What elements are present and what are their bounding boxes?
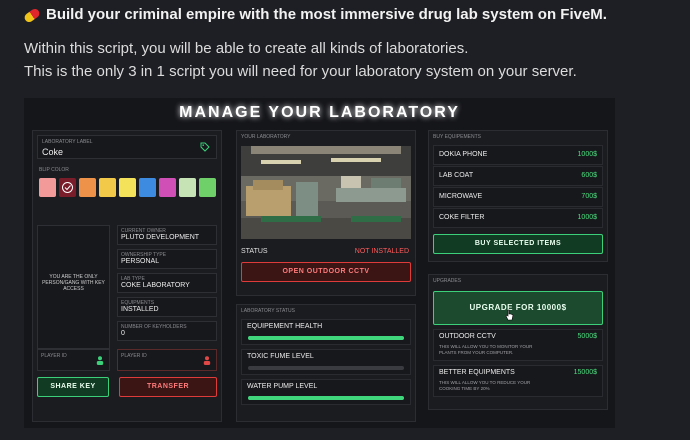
upgrade-desc: THIS WILL ALLOW YOU TO REDUCE YOUR COOKI… — [439, 380, 531, 391]
labtype-field: LAB TYPE COKE LABORATORY — [117, 273, 217, 293]
owner-field: CURRENT OWNER PLUTO DEVELOPMENT — [117, 225, 217, 245]
status-name: EQUIPEMENT HEALTH — [247, 323, 323, 330]
blip-color-swatch[interactable] — [199, 178, 216, 197]
blip-color-swatch[interactable] — [139, 178, 156, 197]
post-line-2: This is the only 3 in 1 script you will … — [24, 63, 577, 80]
person-icon — [203, 356, 211, 365]
buy-equipments-panel: BUY EQUIPEMENTS DOKIA PHONE 1000$ LAB COAT… — [428, 130, 608, 262]
blip-color-swatch[interactable] — [179, 178, 196, 197]
upgrade-price: 15000$ — [573, 369, 597, 376]
share-key-button[interactable]: SHARE KEY — [37, 377, 109, 397]
status-label: STATUS — [241, 248, 268, 255]
person-icon — [96, 356, 104, 365]
status-row: WATER PUMP LEVEL — [241, 379, 411, 405]
status-row: EQUIPEMENT HEALTH — [241, 319, 411, 345]
blip-color-swatch[interactable] — [119, 178, 136, 197]
tag-icon — [200, 142, 210, 152]
equipment-price: 1000$ — [577, 151, 597, 158]
equipment-price: 1000$ — [577, 214, 597, 221]
laboratory-photo — [241, 146, 411, 239]
keyholders-value: 0 — [121, 330, 125, 337]
keyholders-field: NUMBER OF KEYHOLDERS 0 — [117, 321, 217, 341]
pill-icon — [22, 6, 42, 24]
equipment-name: LAB COAT — [439, 172, 474, 179]
equipment-price: 600$ — [581, 172, 597, 179]
owner-value: PLUTO DEVELOPMENT — [121, 234, 200, 241]
status-name: WATER PUMP LEVEL — [247, 383, 318, 390]
lab-settings-panel: LABORATORY LABEL Coke BLIP COLOR YOU ARE… — [32, 130, 222, 422]
lab-ui-screenshot: MANAGE YOUR LABORATORY LABORATORY LABEL … — [24, 98, 615, 428]
blip-color-swatch[interactable] — [39, 178, 56, 197]
transfer-button[interactable]: TRANSFER — [119, 377, 217, 397]
lab-label-caption: LABORATORY LABEL — [42, 139, 93, 145]
laboratory-status-panel: LABORATORY STATUS EQUIPEMENT HEALTH TOXIC… — [236, 304, 416, 422]
ownership-field: OWNERSHIP TYPE PERSONAL — [117, 249, 217, 269]
upgrade-button[interactable]: UPGRADE FOR 10000$ — [433, 291, 603, 325]
equipments-value: INSTALLED — [121, 306, 159, 313]
upgrade-row[interactable]: BETTER EQUIPMENTS 15000$ THIS WILL ALLOW Y… — [433, 365, 603, 397]
upgrades-panel: UPGRADES UPGRADE FOR 10000$ OUTDOOR CCTV… — [428, 274, 608, 410]
headline-text: Build your criminal empire with the most… — [46, 6, 607, 23]
equipment-price: 700$ — [581, 193, 597, 200]
upgrades-caption: UPGRADES — [433, 278, 462, 284]
player-id-input-transfer[interactable]: PLAYER ID — [117, 349, 217, 371]
status-bar-fill — [248, 396, 404, 400]
equipment-name: COKE FILTER — [439, 214, 485, 221]
keyholders-caption: NUMBER OF KEYHOLDERS — [121, 324, 187, 330]
open-cctv-button[interactable]: OPEN OUTDOOR CCTV — [241, 262, 411, 282]
status-name: TOXIC FUME LEVEL — [247, 353, 314, 360]
equipment-name: DOKIA PHONE — [439, 151, 488, 158]
upgrade-desc: THIS WILL ALLOW YOU TO MONITOR YOUR PLAN… — [439, 344, 533, 355]
upgrade-name: OUTDOOR CCTV — [439, 333, 496, 340]
lab-status-caption: LABORATORY STATUS — [241, 308, 295, 314]
player-id-caption-2: PLAYER ID — [121, 353, 147, 359]
key-access-box: YOU ARE THE ONLY PERSON/GANG WITH KEY AC… — [37, 225, 110, 349]
buy-selected-button[interactable]: BUY SELECTED ITEMS — [433, 234, 603, 254]
upgrade-price: 5000$ — [577, 333, 597, 340]
key-access-text: YOU ARE THE ONLY PERSON/GANG WITH KEY AC… — [42, 274, 105, 292]
equipments-field: EQUIPMENTS INSTALLED — [117, 297, 217, 317]
ownership-value: PERSONAL — [121, 258, 160, 265]
ui-title: MANAGE YOUR LABORATORY — [179, 104, 460, 121]
upgrade-name: BETTER EQUIPMENTS — [439, 369, 515, 376]
player-id-caption: PLAYER ID — [41, 353, 67, 359]
your-laboratory-panel: YOUR LABORATORY STATUS NOT INSTALLED OPE… — [236, 130, 416, 296]
labtype-value: COKE LABORATORY — [121, 282, 190, 289]
status-bar — [248, 396, 404, 400]
blip-color-swatch[interactable] — [59, 178, 76, 197]
status-bar — [248, 366, 404, 370]
status-value: NOT INSTALLED — [354, 248, 409, 255]
blip-color-caption: BLIP COLOR — [39, 167, 69, 173]
lab-label-value: Coke — [42, 147, 64, 157]
lab-label-field[interactable]: LABORATORY LABEL Coke — [37, 135, 217, 159]
selected-check-icon — [62, 182, 73, 193]
post-headline: Build your criminal empire with the most… — [22, 6, 607, 24]
equipment-row[interactable]: LAB COAT 600$ — [433, 166, 603, 186]
blip-color-swatch[interactable] — [79, 178, 96, 197]
equipment-row[interactable]: DOKIA PHONE 1000$ — [433, 145, 603, 165]
status-row: TOXIC FUME LEVEL — [241, 349, 411, 375]
equipment-row[interactable]: MICROWAVE 700$ — [433, 187, 603, 207]
buy-caption: BUY EQUIPEMENTS — [433, 134, 481, 140]
equipment-name: MICROWAVE — [439, 193, 483, 200]
player-id-input-share[interactable]: PLAYER ID — [37, 349, 110, 371]
cursor-icon — [505, 309, 514, 321]
blip-color-swatch[interactable] — [159, 178, 176, 197]
status-bar-fill — [248, 336, 404, 340]
your-lab-caption: YOUR LABORATORY — [241, 134, 291, 140]
upgrade-row[interactable]: OUTDOOR CCTV 5000$ THIS WILL ALLOW YOU TO … — [433, 329, 603, 361]
blip-color-swatch[interactable] — [99, 178, 116, 197]
status-bar — [248, 336, 404, 340]
equipment-row[interactable]: COKE FILTER 1000$ — [433, 208, 603, 228]
post-line-1: Within this script, you will be able to … — [24, 40, 469, 57]
